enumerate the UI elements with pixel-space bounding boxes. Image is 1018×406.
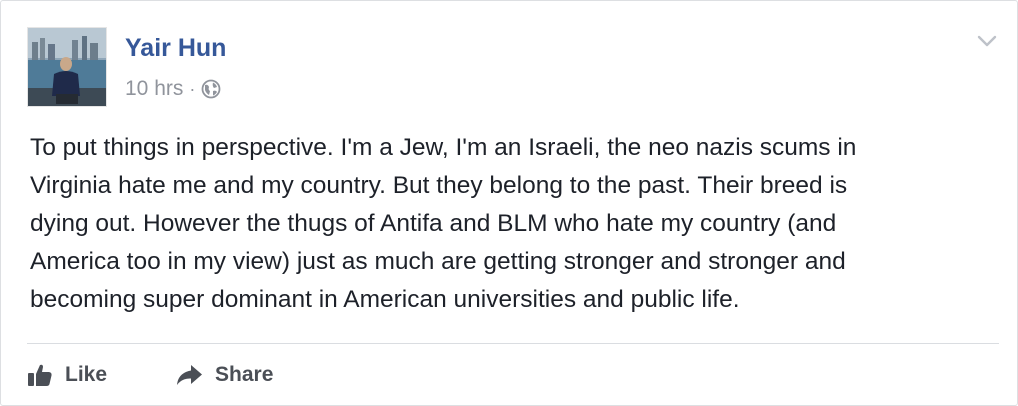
share-button[interactable]: Share [175,362,273,388]
post-body: To put things in perspective. I'm a Jew,… [30,129,990,319]
divider [27,343,999,344]
timestamp-link[interactable]: 10 hrs [125,77,183,101]
post-card: Yair Hun 10 hrs · To put things in persp… [0,0,1018,406]
post-text-line: dying out. However the thugs of Antifa a… [30,210,837,237]
post-actions-bar: Like Share [27,357,341,393]
thumbs-up-icon [28,364,52,386]
like-label: Like [65,363,108,386]
avatar-photo [28,28,106,106]
post-text-line: To put things in perspective. I'm a Jew,… [30,134,857,161]
post-text-line: America too in my view) just as much are… [30,248,846,275]
share-label: Share [215,363,274,386]
globe-icon[interactable] [201,79,221,99]
post-text-line: becoming super dominant in American univ… [30,286,740,313]
avatar[interactable] [27,27,107,107]
author-name-link[interactable]: Yair Hun [125,34,226,63]
meta-separator: · [189,78,196,99]
like-button[interactable]: Like [27,362,107,388]
post-meta: 10 hrs · [125,75,221,103]
share-arrow-icon [177,365,203,385]
post-text-line: Virginia hate me and my country. But the… [30,172,848,199]
chevron-down-icon[interactable] [975,29,999,53]
